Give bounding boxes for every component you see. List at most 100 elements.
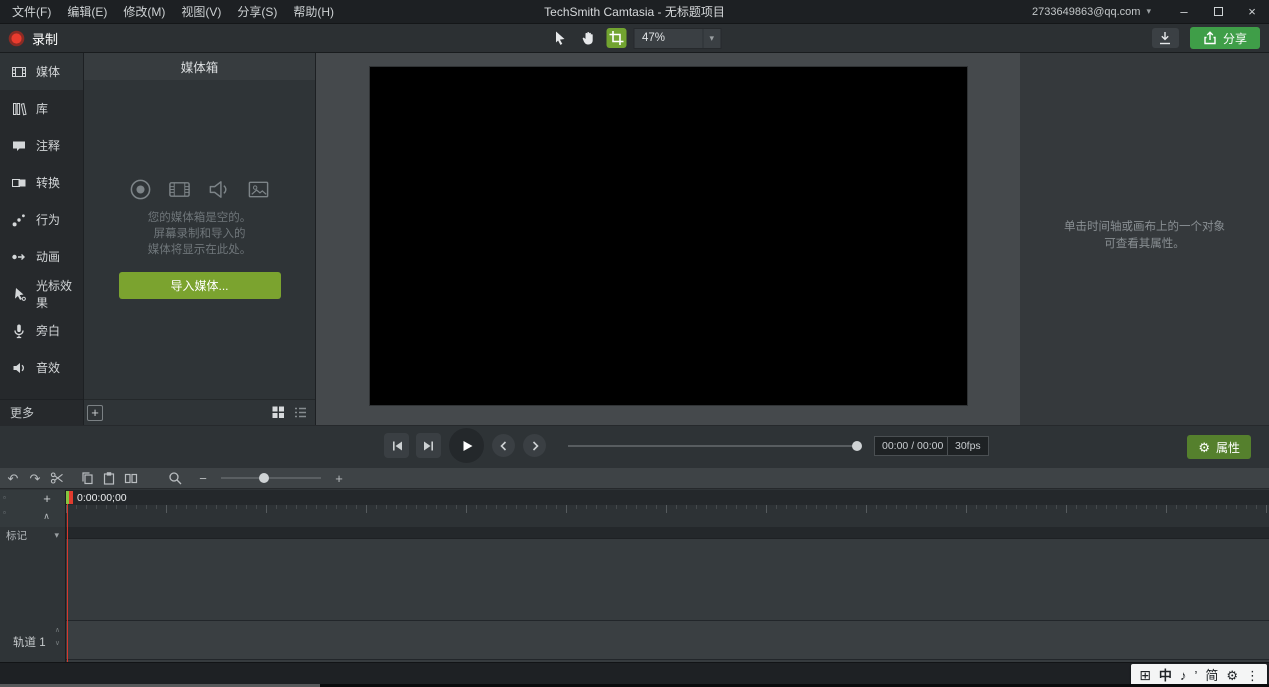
playhead-time: 0:00:00;00 — [77, 492, 127, 504]
bottom-bar: ⊞ 中 ♪ ’ 简 ⚙ ⋮ — [0, 662, 1269, 687]
add-media-button[interactable]: + — [87, 405, 103, 421]
split-button[interactable] — [123, 470, 139, 486]
menu-file[interactable]: 文件(F) — [4, 0, 59, 23]
ime-mode-chinese[interactable]: 中 — [1159, 669, 1172, 682]
cut-button[interactable] — [49, 470, 65, 486]
sidebar-item-behaviors[interactable]: 行为 — [0, 201, 83, 238]
play-icon — [460, 439, 474, 453]
track-1-lane[interactable] — [66, 620, 1269, 660]
ruler-ticks: 0:00:00;00 0:00:10;00 0:00:20;00 0:00:30… — [66, 505, 1269, 527]
timeline-ruler-header: ▫ ▫ + ∧ — [0, 490, 66, 527]
step-forward-icon — [422, 439, 436, 453]
menu-modify[interactable]: 修改(M) — [115, 0, 173, 23]
timeline-zoom-knob[interactable] — [259, 473, 269, 483]
sidebar-item-transitions[interactable]: 转换 — [0, 164, 83, 201]
tracks-header-column: 标记 ▾ 轨道 1 ∧ ∨ — [0, 527, 66, 662]
pan-tool-button[interactable] — [577, 27, 599, 49]
chevron-down-icon: ▾ — [54, 530, 59, 541]
crop-tool-button[interactable] — [606, 28, 626, 48]
time-display: 00:00 / 00:00 — [874, 436, 951, 456]
timeline-ruler[interactable]: 0:00:00;00 0:00:10;00 0:00:20;00 0:00:30… — [66, 490, 1269, 527]
markers-header[interactable]: 标记 ▾ — [6, 528, 59, 543]
animations-icon — [10, 248, 27, 265]
sidebar-item-voice-narration[interactable]: 旁白 — [0, 312, 83, 349]
redo-button[interactable]: ↷ — [27, 470, 43, 486]
select-tool-button[interactable] — [548, 27, 570, 49]
list-view-icon[interactable] — [294, 406, 307, 419]
playhead-handle[interactable] — [66, 491, 73, 504]
track-1-label[interactable]: 轨道 1 — [13, 634, 46, 650]
magnifier-icon — [168, 471, 182, 485]
ime-punctuation-icon[interactable]: ’ — [1194, 669, 1197, 682]
sidebar-item-animations[interactable]: 动画 — [0, 238, 83, 275]
timeline-tracks: 标记 ▾ 轨道 1 ∧ ∨ — [0, 527, 1269, 662]
canvas-zoom-select[interactable]: 47% ▾ — [633, 28, 721, 49]
undo-button[interactable]: ↶ — [5, 470, 21, 486]
share-button[interactable]: 分享 — [1190, 27, 1260, 49]
add-track-button[interactable]: + — [39, 491, 55, 506]
sidebar-item-audio-effects[interactable]: 音效 — [0, 349, 83, 386]
sidebar-item-cursor-effects[interactable]: 光标效果 — [0, 275, 83, 312]
grid-view-icon[interactable] — [272, 406, 285, 419]
chevron-right-icon — [529, 440, 541, 452]
sidebar-item-label: 动画 — [36, 248, 60, 265]
split-icon — [124, 471, 138, 485]
copy-icon — [80, 471, 94, 485]
menu-edit[interactable]: 编辑(E) — [59, 0, 115, 23]
track-resize-handle[interactable]: ∧ ∨ — [55, 627, 60, 647]
empty-text-line: 屏幕录制和导入的 — [84, 226, 315, 242]
playback-bar: 00:00 / 00:00 30fps ⚙ 属性 — [0, 425, 1269, 468]
close-button[interactable]: × — [1235, 0, 1269, 23]
ime-grid-icon[interactable]: ⊞ — [1139, 668, 1151, 682]
import-media-button[interactable]: 导入媒体... — [119, 272, 281, 299]
menu-view[interactable]: 视图(V) — [173, 0, 229, 23]
share-label: 分享 — [1223, 30, 1247, 47]
playhead-line[interactable] — [67, 527, 68, 662]
playback-slider[interactable] — [568, 445, 860, 447]
copy-button[interactable] — [79, 470, 95, 486]
play-button[interactable] — [449, 428, 484, 463]
timeline-zoom-button[interactable] — [167, 470, 183, 486]
prev-button[interactable] — [492, 434, 515, 457]
chevron-down-icon: ▾ — [1146, 6, 1151, 17]
ime-tone-icon[interactable]: ♪ — [1180, 669, 1187, 682]
ime-simplified[interactable]: 简 — [1205, 669, 1218, 682]
sidebar-more-button[interactable]: 更多 — [0, 399, 83, 425]
ime-toolbar[interactable]: ⊞ 中 ♪ ’ 简 ⚙ ⋮ — [1131, 664, 1267, 686]
sidebar-item-label: 媒体 — [36, 63, 60, 80]
chevron-up-icon: ∧ — [55, 627, 60, 634]
marker-lane[interactable] — [66, 527, 1269, 539]
properties-panel: 单击时间轴或画布上的一个对象 可查看其属性。 — [1020, 53, 1269, 425]
tracks-area[interactable] — [66, 527, 1269, 662]
step-back-button[interactable] — [384, 433, 409, 458]
menu-share[interactable]: 分享(S) — [229, 0, 285, 23]
tools-sidebar: 媒体 库 注释 转换 行为 动画 光标效果 旁白 — [0, 53, 83, 425]
share-icon — [1203, 31, 1217, 45]
menubar: 文件(F) 编辑(E) 修改(M) 视图(V) 分享(S) 帮助(H) Tech… — [0, 0, 1269, 24]
timeline-zoom-in-button[interactable]: + — [331, 470, 347, 486]
properties-toggle-button[interactable]: ⚙ 属性 — [1187, 435, 1251, 459]
timeline-zoom-out-button[interactable]: − — [195, 470, 211, 486]
ime-more-icon[interactable]: ⋮ — [1246, 669, 1259, 682]
restore-button[interactable] — [1201, 0, 1235, 23]
account-menu[interactable]: 2733649863@qq.com ▾ — [1032, 6, 1151, 18]
next-button[interactable] — [523, 434, 546, 457]
sidebar-item-annotations[interactable]: 注释 — [0, 127, 83, 164]
microphone-icon — [10, 322, 27, 339]
sidebar-item-library[interactable]: 库 — [0, 90, 83, 127]
ime-settings-gear-icon[interactable]: ⚙ — [1226, 669, 1238, 682]
collapse-tracks-button[interactable]: ∧ — [36, 509, 57, 524]
view-toggles — [272, 406, 307, 419]
properties-hint-line: 可查看其属性。 — [1020, 236, 1269, 253]
playback-slider-knob[interactable] — [852, 441, 862, 451]
step-forward-button[interactable] — [416, 433, 441, 458]
preview-canvas[interactable] — [370, 67, 967, 405]
sidebar-item-media[interactable]: 媒体 — [0, 53, 83, 90]
record-button[interactable]: 录制 — [8, 28, 58, 49]
minimize-button[interactable]: – — [1167, 0, 1201, 23]
timeline-zoom-slider[interactable] — [221, 477, 321, 479]
sidebar-item-label: 行为 — [36, 211, 60, 228]
export-local-button[interactable] — [1152, 28, 1179, 48]
menu-help[interactable]: 帮助(H) — [285, 0, 342, 23]
paste-button[interactable] — [101, 470, 117, 486]
